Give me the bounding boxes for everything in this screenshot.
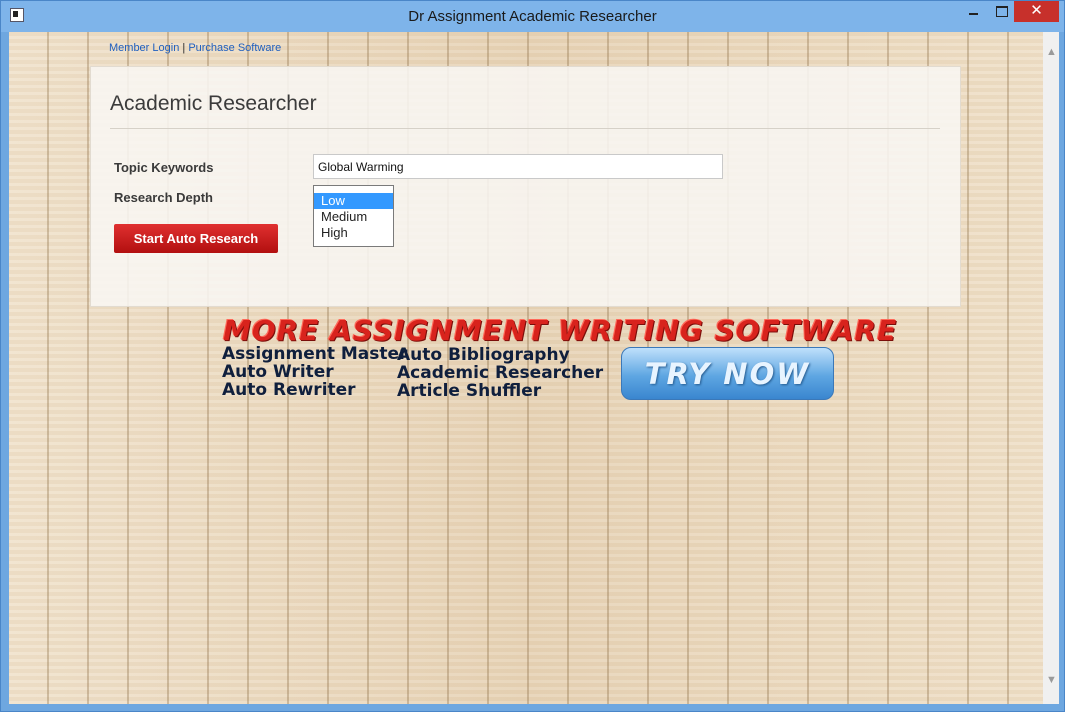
scroll-down-icon[interactable]: ▼	[1046, 674, 1057, 686]
try-now-button[interactable]: TRY NOW	[621, 347, 834, 400]
promo-heading: MORE ASSIGNMENT WRITING SOFTWARE	[223, 314, 898, 347]
start-auto-research-button[interactable]: Start Auto Research	[114, 224, 278, 253]
promo-item-article-shuffler[interactable]: Article Shuffler	[397, 382, 603, 400]
scroll-up-icon[interactable]: ▲	[1046, 46, 1057, 58]
promo-column-2: Auto Bibliography Academic Researcher Ar…	[397, 346, 603, 400]
minimize-button[interactable]	[959, 1, 989, 22]
title-bar[interactable]: Dr Assignment Academic Researcher ✕	[1, 1, 1064, 32]
window-title: Dr Assignment Academic Researcher	[408, 8, 657, 25]
depth-option-high[interactable]: High	[314, 225, 393, 241]
promo-item-auto-bibliography[interactable]: Auto Bibliography	[397, 346, 603, 364]
client-area: Member Login | Purchase Software Academi…	[9, 32, 1043, 704]
researcher-panel: Academic Researcher Topic Keywords Resea…	[90, 66, 961, 307]
vertical-scrollbar[interactable]: ▲ ▼	[1043, 32, 1059, 704]
research-depth-label: Research Depth	[114, 190, 213, 205]
close-button[interactable]: ✕	[1014, 1, 1059, 22]
app-window: Dr Assignment Academic Researcher ✕ Memb…	[0, 0, 1065, 712]
topic-keywords-input[interactable]	[313, 154, 723, 179]
depth-option-low[interactable]: Low	[314, 193, 393, 209]
page-title: Academic Researcher	[110, 92, 317, 115]
title-divider	[110, 128, 940, 129]
maximize-button[interactable]	[989, 1, 1013, 22]
link-separator: |	[182, 42, 186, 54]
promo-item-assignment-master[interactable]: Assignment Master	[222, 345, 407, 363]
promo-item-auto-writer[interactable]: Auto Writer	[222, 363, 407, 381]
purchase-software-link[interactable]: Purchase Software	[188, 42, 281, 54]
promo-item-auto-rewriter[interactable]: Auto Rewriter	[222, 381, 407, 399]
depth-option-medium[interactable]: Medium	[314, 209, 393, 225]
promo-item-academic-researcher[interactable]: Academic Researcher	[397, 364, 603, 382]
member-login-link[interactable]: Member Login	[109, 42, 179, 54]
research-depth-listbox[interactable]: Low Medium High	[313, 185, 394, 247]
topic-keywords-label: Topic Keywords	[114, 160, 214, 175]
top-links: Member Login | Purchase Software	[109, 42, 281, 54]
promo-column-1: Assignment Master Auto Writer Auto Rewri…	[222, 345, 407, 399]
